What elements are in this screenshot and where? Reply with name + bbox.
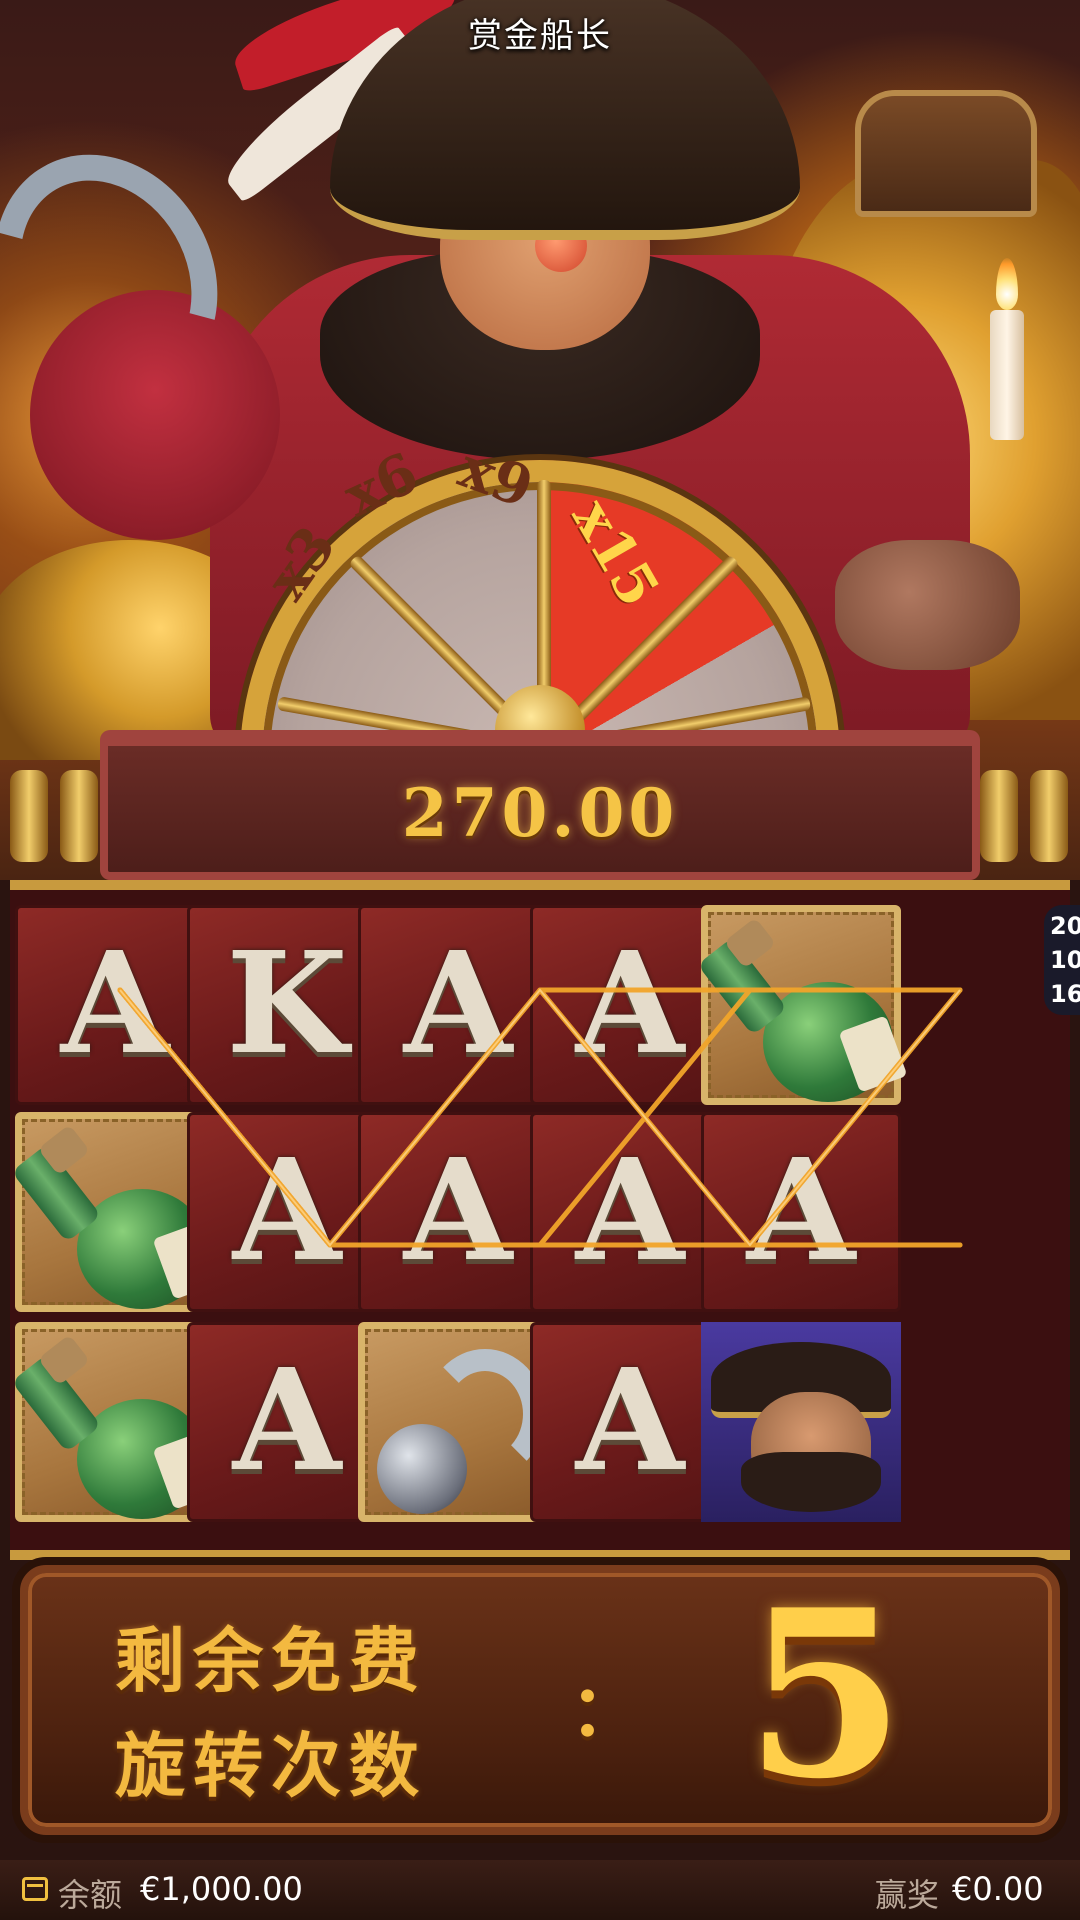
- candle-icon: [990, 310, 1024, 440]
- reel-cell-letter: A: [701, 1112, 901, 1312]
- multiplier-wheel: x3 x6 x9 x15: [225, 440, 855, 760]
- side-info-tab[interactable]: 20 10 16: [1044, 905, 1080, 1015]
- reel-cell-letter: A: [530, 1322, 730, 1522]
- symbol-letter: A: [60, 922, 170, 1086]
- symbol-letter: K: [226, 922, 348, 1086]
- symbol-letter: A: [403, 922, 513, 1086]
- side-info-value: 20: [1050, 912, 1080, 940]
- symbol-letter: A: [575, 1339, 685, 1503]
- win-amount-board: 270.00: [100, 730, 980, 880]
- symbol-letter: A: [232, 1339, 342, 1503]
- reel-cell-pirate-captain: [701, 1322, 901, 1522]
- railing-baluster: [1030, 770, 1068, 862]
- reel-cell-letter: A: [187, 1112, 387, 1312]
- reel-cell-rum-bottle: [697, 905, 908, 1105]
- railing-baluster: [10, 770, 48, 862]
- balance-label: 余额: [58, 1876, 123, 1914]
- free-spins-label-line2: 旋转次数: [115, 1725, 427, 1807]
- free-spins-label-line1: 剩余免费: [115, 1620, 427, 1702]
- treasure-chest-icon: [855, 90, 1037, 217]
- reel-cell-rum-bottle: [11, 1112, 222, 1312]
- pirate-beard: [741, 1452, 881, 1512]
- reel-cell-letter: A: [15, 905, 215, 1105]
- reel-grid: AKAAAAAAAA: [10, 880, 1070, 1560]
- free-spins-separator: ：: [570, 1670, 640, 1752]
- symbol-letter: A: [232, 1129, 342, 1293]
- reel-cell-letter: A: [187, 1322, 387, 1522]
- reel-cell-letter: A: [530, 905, 730, 1105]
- balance-value: €1,000.00: [140, 1870, 303, 1908]
- side-info-value: 10: [1050, 946, 1080, 974]
- reel-cell-letter: A: [530, 1112, 730, 1312]
- pirate-fist: [835, 540, 1020, 670]
- railing-baluster: [60, 770, 98, 862]
- symbol-letter: A: [403, 1129, 513, 1293]
- win-label: 赢奖: [875, 1876, 940, 1914]
- win-amount-value: 270.00: [401, 774, 679, 852]
- symbol-letter: A: [575, 1129, 685, 1293]
- symbol-letter: A: [746, 1129, 856, 1293]
- reel-cell-hook: [358, 1322, 558, 1522]
- win-value: €0.00: [952, 1870, 1044, 1908]
- wallet-icon[interactable]: [22, 1877, 48, 1901]
- symbol-letter: A: [575, 922, 685, 1086]
- railing-baluster: [980, 770, 1018, 862]
- game-title: 赏金船长: [468, 16, 612, 56]
- free-spins-remaining: 5: [744, 1560, 906, 1830]
- side-info-value: 16: [1050, 980, 1080, 1008]
- reel-cell-letter: K: [187, 905, 387, 1105]
- reel-cell-letter: A: [358, 1112, 558, 1312]
- reel-cell-rum-bottle: [11, 1322, 222, 1522]
- footer-bar: 余额 €1,000.00 赢奖 €0.00: [0, 1860, 1080, 1920]
- hook-ball: [377, 1424, 467, 1514]
- reel-cell-letter: A: [358, 905, 558, 1105]
